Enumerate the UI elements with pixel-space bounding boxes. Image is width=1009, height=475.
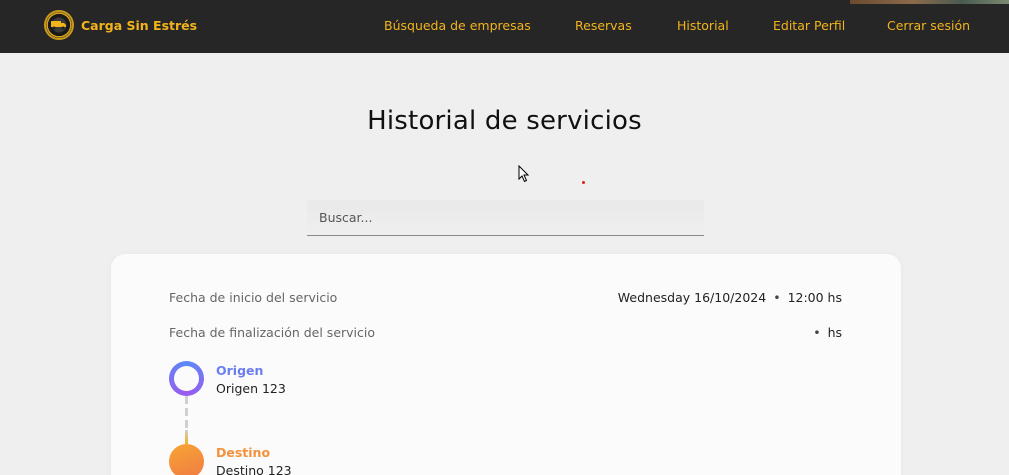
route-connector-end <box>185 430 188 444</box>
origin-address: Origen 123 <box>216 381 286 396</box>
brand[interactable]: Carga Sin Estrés <box>44 10 197 40</box>
nav-link-reservas[interactable]: Reservas <box>575 18 632 33</box>
start-separator: • <box>773 290 781 305</box>
start-date: Wednesday 16/10/2024 <box>617 290 767 305</box>
start-date-label: Fecha de inicio del servicio <box>169 290 338 305</box>
truck-icon <box>51 21 66 30</box>
end-time: hs <box>827 325 842 340</box>
end-separator: • <box>813 325 821 340</box>
nav-link-busqueda-empresas[interactable]: Búsqueda de empresas <box>384 18 531 33</box>
start-time: 12:00 hs <box>787 290 842 305</box>
page-title: Historial de servicios <box>367 106 642 136</box>
destination-label: Destino <box>216 445 271 460</box>
origin-marker-icon <box>169 361 204 396</box>
nav-link-editar-perfil[interactable]: Editar Perfil <box>773 18 845 33</box>
red-dot-marker <box>582 181 585 184</box>
end-date-label: Fecha de finalización del servicio <box>169 325 376 340</box>
nav-link-historial[interactable]: Historial <box>677 18 729 33</box>
navbar: Carga Sin Estrés Búsqueda de empresas Re… <box>0 0 1009 53</box>
nav-link-cerrar-sesion[interactable]: Cerrar sesión <box>887 18 970 33</box>
end-date-value: • hs <box>806 325 842 340</box>
start-date-value: Wednesday 16/10/2024 • 12:00 hs <box>618 290 842 305</box>
search-input[interactable] <box>307 200 704 236</box>
webcam-overlay-strip <box>850 0 1009 4</box>
destination-marker-icon <box>169 444 204 475</box>
origin-label: Origen <box>216 363 264 378</box>
destination-address: Destino 123 <box>216 463 292 475</box>
brand-name: Carga Sin Estrés <box>81 17 198 33</box>
mouse-cursor-icon <box>518 165 530 183</box>
truck-logo-icon <box>44 10 74 40</box>
